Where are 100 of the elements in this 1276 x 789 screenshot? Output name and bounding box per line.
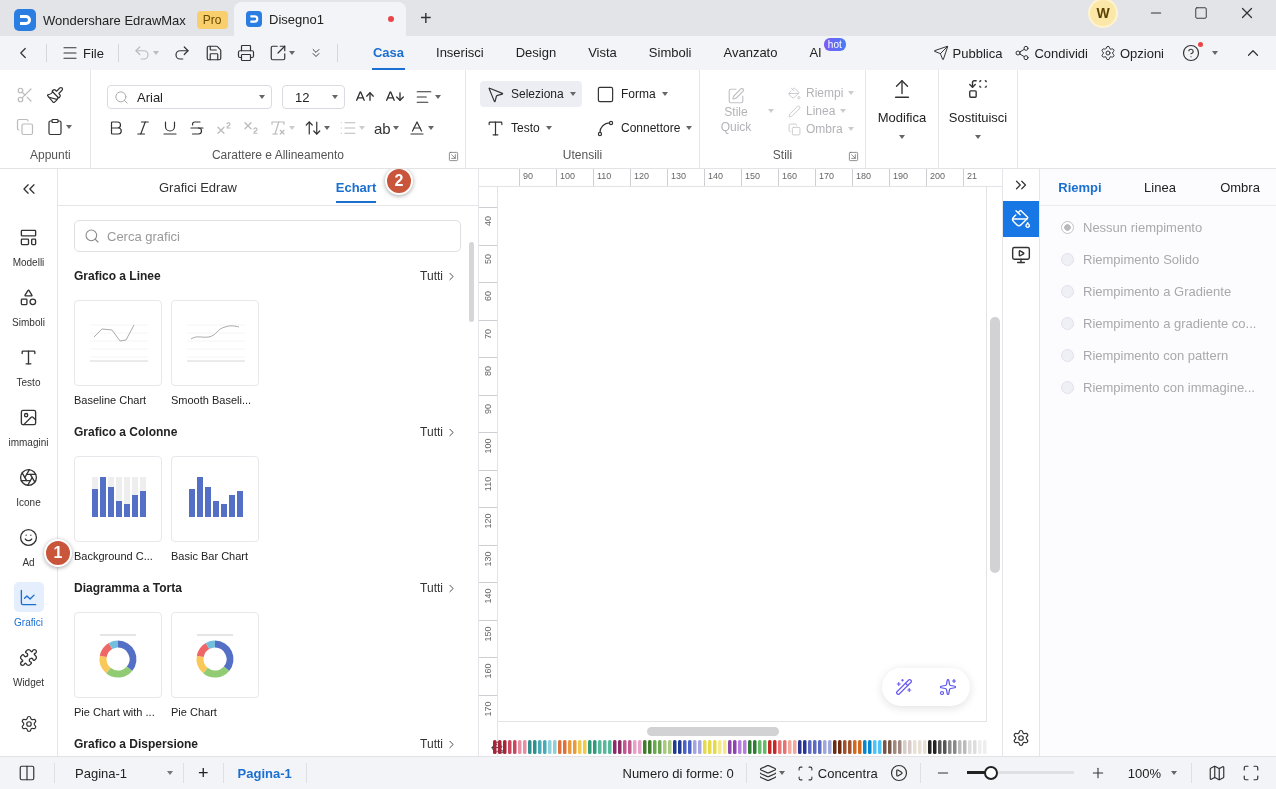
color-palette-drawing[interactable]: [493, 739, 988, 755]
text-icon: [19, 347, 38, 367]
align-icon[interactable]: [415, 88, 433, 106]
see-all-link[interactable]: Tutti: [420, 581, 458, 595]
scrollbar[interactable]: [990, 317, 1000, 573]
settings-icon[interactable]: [19, 715, 38, 733]
pointer-icon: [486, 84, 505, 104]
ribbon-tab[interactable]: Inserisci: [435, 36, 485, 70]
layers-icon[interactable]: [758, 764, 777, 782]
sidebar-item[interactable]: immagini: [8, 402, 49, 449]
chart-template-card[interactable]: [74, 612, 162, 698]
ruler-label: 150: [745, 171, 761, 181]
tool-button[interactable]: Forma: [590, 81, 674, 107]
page-panel-icon[interactable]: [18, 764, 36, 782]
magic-wand-icon[interactable]: [895, 678, 913, 696]
focus-button[interactable]: Concentra: [796, 764, 878, 782]
edit-button[interactable]: Modifica: [866, 70, 938, 139]
radio-label: Riempimento con pattern: [1083, 347, 1229, 363]
zoom-select[interactable]: 100%: [1127, 765, 1177, 781]
save-icon[interactable]: [204, 44, 223, 62]
panel-tab[interactable]: Grafici Edraw: [159, 169, 237, 203]
sparkle-icon[interactable]: [939, 678, 957, 696]
play-icon[interactable]: [889, 764, 908, 782]
scrollbar[interactable]: [647, 727, 779, 736]
file-menu[interactable]: File: [61, 44, 104, 62]
font-size-select[interactable]: 12: [282, 85, 345, 109]
line-spacing-button[interactable]: [304, 119, 330, 137]
settings-icon[interactable]: [1012, 729, 1030, 747]
ruler-label: 190: [893, 171, 909, 181]
maximize-icon[interactable]: [1194, 6, 1208, 20]
sidebar-item[interactable]: Testo: [13, 342, 44, 389]
play-panel-icon: [1011, 245, 1031, 265]
sidebar-item[interactable]: Ad: [13, 522, 44, 569]
italic-icon: [134, 119, 152, 137]
line-spacing-icon: [304, 119, 322, 137]
panel-tab[interactable]: Ombra: [1200, 169, 1276, 205]
chart-template-card[interactable]: [171, 456, 259, 542]
ribbon-tab[interactable]: Vista: [587, 36, 618, 70]
document-tab[interactable]: Disegno1: [234, 2, 406, 36]
chart-template-name: Smooth Baseli...: [171, 394, 253, 406]
paintbrush-icon[interactable]: [46, 86, 64, 104]
sidebar-item[interactable]: Icone: [13, 462, 44, 509]
tool-button[interactable]: Testo: [480, 115, 558, 141]
options-button[interactable]: Opzioni: [1099, 45, 1164, 61]
page-tab[interactable]: Pagina-1: [237, 765, 292, 781]
sidebar-item[interactable]: Widget: [12, 642, 45, 689]
paint-bucket-button[interactable]: [1003, 201, 1039, 237]
ribbon-tab[interactable]: Avanzato: [722, 36, 779, 70]
page-select[interactable]: Pagina-1: [65, 765, 174, 781]
new-tab-button[interactable]: +: [420, 7, 432, 30]
underline-button[interactable]: [161, 119, 179, 137]
strike-button[interactable]: [188, 119, 206, 137]
line-chart-icon: [19, 587, 38, 607]
tool-button[interactable]: Seleziona: [480, 81, 582, 107]
subscript-icon: [242, 119, 260, 137]
dialog-launcher-icon[interactable]: [448, 151, 459, 162]
see-all-link[interactable]: Tutti: [420, 425, 458, 439]
share-icon: [1014, 45, 1031, 61]
menu-icon: [61, 44, 79, 62]
ruler-label: 40: [483, 216, 493, 226]
chart-template-name: Background C...: [74, 550, 154, 562]
publish-button[interactable]: Pubblica: [932, 45, 1003, 61]
ruler-label: 140: [708, 171, 724, 181]
text-case-button[interactable]: ab: [374, 119, 399, 137]
search-field[interactable]: Cerca grafici: [74, 220, 461, 252]
tool-button[interactable]: Connettore: [590, 115, 699, 141]
ribbon-tab[interactable]: Simboli: [647, 36, 693, 70]
chart-template-card[interactable]: [74, 456, 162, 542]
chart-template-card[interactable]: [171, 612, 259, 698]
italic-button[interactable]: [134, 119, 152, 137]
share-button[interactable]: Condividi: [1014, 45, 1088, 61]
panel-tab[interactable]: Linea: [1120, 169, 1200, 205]
map-icon[interactable]: [1208, 764, 1226, 782]
ruler-label: 70: [483, 328, 493, 339]
replace-button[interactable]: Sostituisci: [939, 70, 1017, 139]
see-all-link[interactable]: Tutti: [420, 737, 458, 751]
scrollbar[interactable]: [469, 242, 474, 322]
redo-icon[interactable]: [172, 44, 191, 62]
dialog-launcher-icon[interactable]: [848, 151, 859, 162]
ribbon-tab[interactable]: AI hot: [808, 36, 846, 70]
user-avatar[interactable]: W: [1088, 0, 1118, 28]
ruler-label: 50: [483, 253, 493, 264]
ribbon-tab[interactable]: Design: [514, 36, 558, 70]
radio-label: Riempimento con immagine...: [1083, 379, 1255, 395]
fit-screen-icon[interactable]: [1242, 764, 1260, 782]
panel-tab[interactable]: Echart: [335, 169, 377, 203]
zoom-slider-thumb[interactable]: [984, 766, 999, 780]
ribbon-tab[interactable]: Casa: [371, 36, 406, 70]
clipboard-icon[interactable]: [46, 118, 64, 136]
font-family-select[interactable]: Arial: [107, 85, 272, 109]
sidebar-item[interactable]: Modelli: [12, 222, 45, 269]
ruler-label: 130: [483, 551, 493, 566]
help-icon[interactable]: [1182, 44, 1200, 62]
panel-tab[interactable]: Riempi: [1040, 169, 1120, 205]
print-icon[interactable]: [236, 44, 255, 62]
add-page-button[interactable]: +: [198, 762, 209, 784]
export-icon[interactable]: [268, 44, 287, 62]
see-all-link[interactable]: Tutti: [420, 269, 458, 283]
section-title: Diagramma a Torta: [74, 581, 182, 595]
sidebar-item[interactable]: Simboli: [12, 282, 45, 329]
